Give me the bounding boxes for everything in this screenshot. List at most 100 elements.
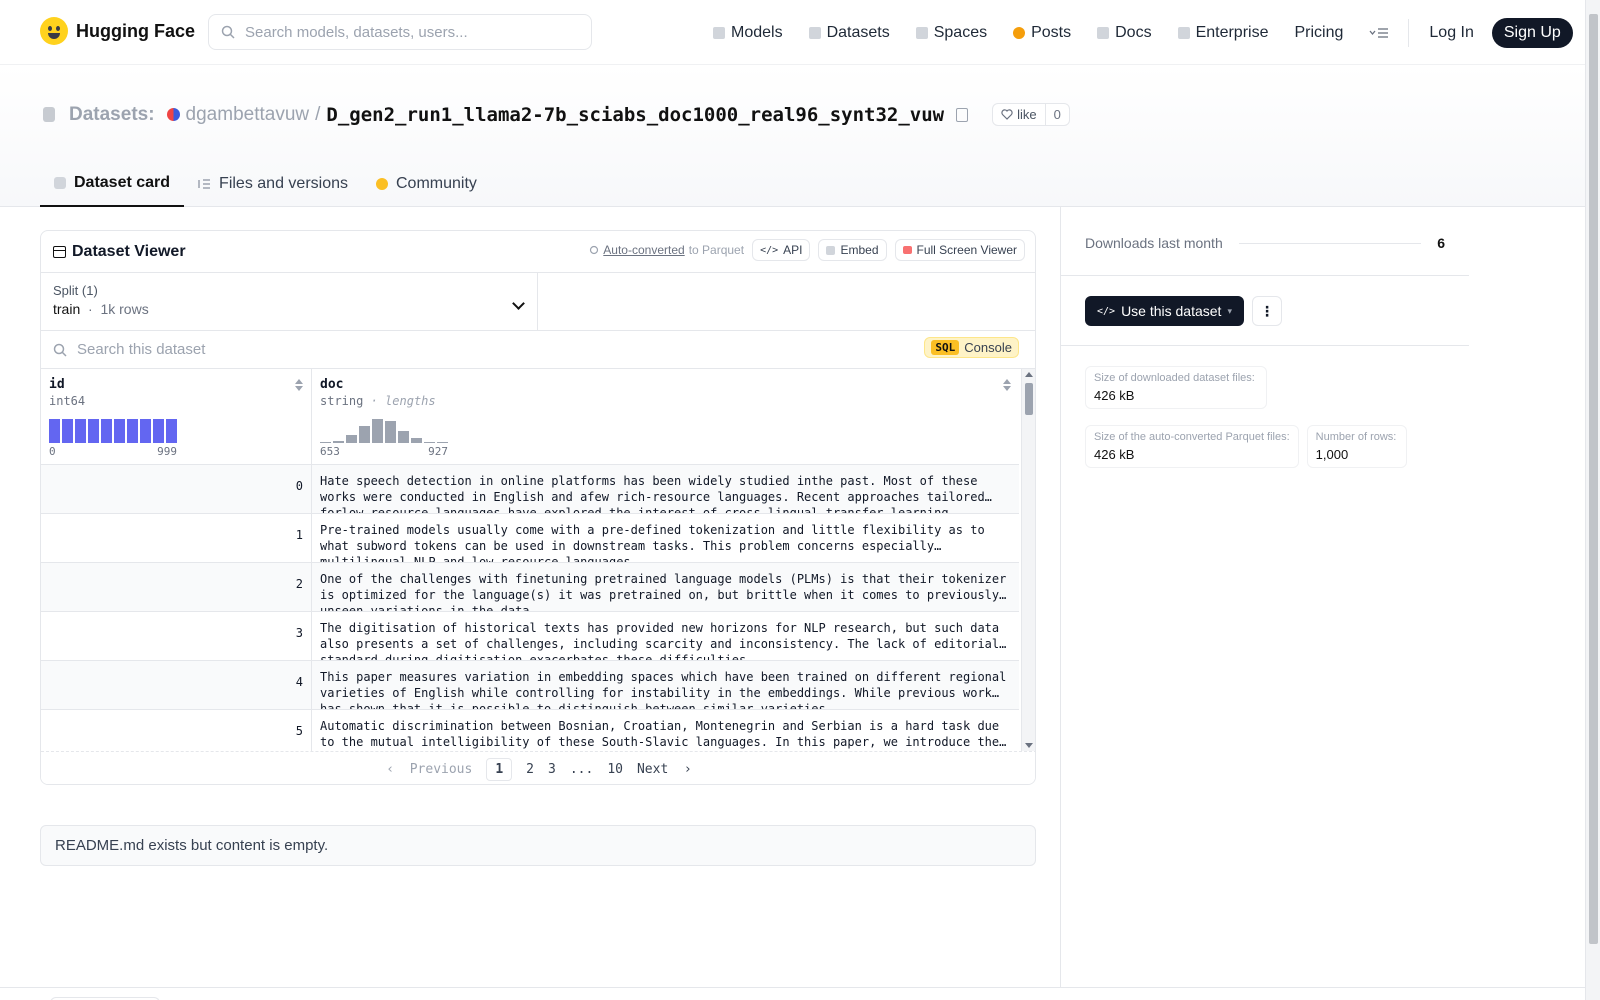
page-scrollbar[interactable] [1585,0,1600,1000]
embed-button[interactable]: Embed [818,239,887,261]
table-icon [53,245,66,258]
histogram-bar[interactable] [127,419,138,443]
id-max: 999 [157,445,177,458]
histogram-bar[interactable] [320,442,331,443]
scroll-up-icon[interactable] [1025,372,1033,377]
stat-value: 426 kB [1094,388,1135,403]
histogram-bar[interactable] [411,438,422,443]
histogram-bar[interactable] [140,419,151,443]
section-label[interactable]: Datasets: [69,104,155,126]
histogram-bar[interactable] [333,441,344,443]
auto-converted-link[interactable]: Auto-converted [603,243,684,257]
nav-enterprise[interactable]: Enterprise [1165,0,1282,65]
api-button[interactable]: </> API [752,239,811,261]
previous-page-button[interactable]: ‹ Previous [386,762,472,777]
tab-files-and-versions[interactable]: Files and versions [184,160,362,207]
cell-id: 4 [41,661,312,709]
cell-id: 1 [41,514,312,562]
scroll-down-icon[interactable] [1025,743,1033,748]
doc-max: 927 [428,445,448,458]
histogram-bar[interactable] [88,419,99,443]
tab-community-label: Community [396,174,477,192]
enterprise-icon [1177,26,1190,39]
column-header-id[interactable]: id int64 0 999 [41,369,312,464]
tab-dataset-card[interactable]: Dataset card [40,160,185,207]
nav-datasets[interactable]: Datasets [796,0,903,65]
tab-community[interactable]: Community [362,160,491,207]
sql-console-button[interactable]: SQL Console [924,337,1019,358]
histogram-bar[interactable] [62,419,73,443]
avatar [166,108,180,121]
dataset-card-icon [54,176,66,189]
sort-icon[interactable] [1003,379,1011,391]
page-1[interactable]: 1 [486,757,513,781]
more-options-button[interactable]: ⋮ [1251,296,1282,326]
stat-row-count: Number of rows: 1,000 [1306,425,1407,468]
page-3[interactable]: 3 [548,762,556,777]
auto-converted-note: Auto-converted to Parquet [589,243,744,257]
histogram-bar[interactable] [166,419,177,443]
brand-logo[interactable]: Hugging Face [40,17,195,45]
use-this-dataset-button[interactable]: </> Use this dataset ▾ [1085,296,1244,326]
stat-key: Size of the auto-converted Parquet files… [1094,431,1290,443]
histogram-bar[interactable] [437,442,448,443]
nav-more-menu[interactable] [1356,0,1402,65]
table-row[interactable]: 2 One of the challenges with finetuning p… [41,563,1019,612]
histogram-bar[interactable] [359,426,370,443]
auto-converted-suffix: to Parquet [688,243,745,257]
page-10[interactable]: 10 [607,762,623,777]
histogram-bar[interactable] [346,435,357,443]
table-scrollbar[interactable] [1021,369,1035,751]
page-scroll-thumb[interactable] [1589,14,1598,944]
nav-models-label: Models [731,23,783,41]
models-icon [713,26,725,39]
histogram-bar[interactable] [372,419,383,443]
sort-icon[interactable] [295,379,303,391]
signup-button[interactable]: Sign Up [1491,17,1573,48]
histogram-bar[interactable] [75,419,86,443]
nav-docs[interactable]: Docs [1084,0,1164,65]
dataset-search-input[interactable] [77,341,777,358]
dataset-icon [43,107,55,122]
cell-doc: One of the challenges with finetuning pr… [320,572,1007,611]
nav-spaces[interactable]: Spaces [903,0,1000,65]
table-row[interactable]: 0 Hate speech detection in online platfor… [41,465,1019,514]
split-select[interactable]: Split (1) train · 1k rows [41,273,538,330]
histogram-bar[interactable] [101,419,112,443]
dataset-name[interactable]: D_gen2_run1_llama2-7b_sciabs_doc1000_rea… [326,104,944,126]
nav-models[interactable]: Models [700,0,796,65]
dataset-viewer: Dataset Viewer Auto-converted to Parquet… [40,230,1036,785]
histogram-bar[interactable] [153,419,164,443]
histogram-bar[interactable] [398,431,409,443]
global-search[interactable] [208,14,592,50]
next-page-button[interactable]: Next › [637,762,692,777]
full-screen-button[interactable]: Full Screen Viewer [894,239,1025,261]
page-2[interactable]: 2 [526,762,534,777]
column-header-doc[interactable]: doc string · lengths 653 927 [312,369,1019,464]
histogram-bar[interactable] [385,421,396,443]
histogram-bar[interactable] [49,419,60,443]
cell-id: 3 [41,612,312,660]
table-row[interactable]: 3 The digitisation of historical texts ha… [41,612,1019,661]
chevron-down-icon: ▾ [1227,305,1232,316]
like-button[interactable]: like 0 [992,103,1070,126]
scroll-thumb[interactable] [1025,383,1033,415]
embed-label: Embed [840,243,879,257]
global-search-input[interactable] [245,23,565,41]
histogram-bar[interactable] [114,419,125,443]
table-row[interactable]: 4 This paper measures variation in embedd… [41,661,1019,710]
like-label-wrap[interactable]: like [993,104,1046,125]
downloads-value: 6 [1437,235,1445,251]
breadcrumb: Datasets: dgambettavuw / D_gen2_run1_lla… [43,103,1070,126]
owner-link[interactable]: dgambettavuw [186,104,310,126]
histogram-bar[interactable] [424,442,435,443]
stat-key: Number of rows: [1315,431,1397,443]
nav-pricing[interactable]: Pricing [1281,0,1356,65]
table-row[interactable]: 1 Pre-trained models usually come with a … [41,514,1019,563]
column-type-doc: string · lengths [320,394,1011,408]
copy-icon[interactable] [956,107,969,122]
stat-download-size: Size of downloaded dataset files: 426 kB [1085,366,1267,409]
login-link[interactable]: Log In [1415,24,1487,42]
dataset-search[interactable]: SQL Console [41,331,1035,369]
nav-posts[interactable]: Posts [1000,0,1084,65]
